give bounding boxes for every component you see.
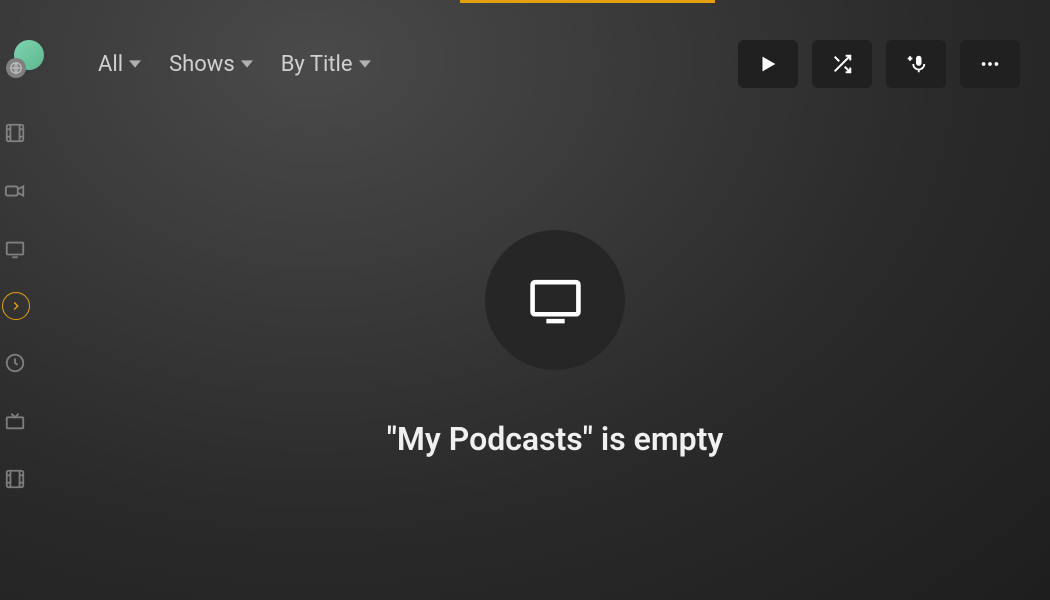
shuffle-button[interactable]: [812, 40, 872, 88]
toolbar: All Shows By Title: [60, 0, 1050, 88]
filter-shows-label: Shows: [169, 52, 235, 77]
chevron-down-icon: [129, 58, 141, 70]
play-icon: [757, 53, 779, 75]
more-button[interactable]: [960, 40, 1020, 88]
filter-shows[interactable]: Shows: [169, 52, 253, 77]
filter-bar: All Shows By Title: [98, 52, 371, 77]
chevron-down-icon: [241, 58, 253, 70]
sidebar: [0, 0, 30, 600]
action-bar: [738, 40, 1020, 88]
more-icon: [979, 53, 1001, 75]
monitor-icon: [528, 273, 583, 328]
empty-state-icon-circle: [485, 230, 625, 370]
filter-sort[interactable]: By Title: [281, 52, 371, 77]
live-tv-icon[interactable]: [0, 406, 30, 436]
video-camera-icon[interactable]: [0, 176, 30, 206]
main-content: All Shows By Title: [60, 0, 1050, 600]
filter-sort-label: By Title: [281, 52, 353, 77]
podcast-icon[interactable]: [2, 292, 30, 320]
movies-icon[interactable]: [0, 464, 30, 494]
clock-icon[interactable]: [0, 348, 30, 378]
add-podcast-button[interactable]: [886, 40, 946, 88]
film-icon[interactable]: [0, 118, 30, 148]
empty-state: "My Podcasts" is empty: [60, 230, 1050, 458]
empty-state-message: "My Podcasts" is empty: [387, 420, 724, 458]
filter-all[interactable]: All: [98, 52, 141, 77]
globe-icon: [6, 58, 26, 78]
play-button[interactable]: [738, 40, 798, 88]
filter-all-label: All: [98, 52, 123, 77]
shuffle-icon: [831, 53, 853, 75]
tv-icon[interactable]: [0, 234, 30, 264]
user-avatar[interactable]: [14, 40, 44, 70]
chevron-down-icon: [359, 58, 371, 70]
add-mic-icon: [905, 53, 927, 75]
